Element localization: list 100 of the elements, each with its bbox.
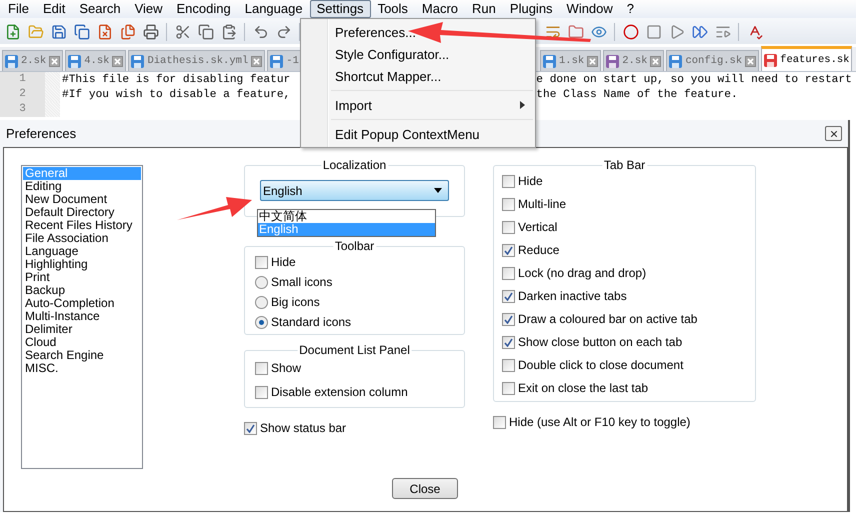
menu-item[interactable]: File <box>1 0 36 18</box>
submenu-arrow-icon <box>520 101 525 109</box>
group-title: Localization <box>320 158 388 172</box>
category-item[interactable]: Editing <box>23 180 141 193</box>
category-item[interactable]: Print <box>23 271 141 284</box>
checkbox-label: Multi-line <box>518 197 566 211</box>
file-tab[interactable]: Diathesis.sk.yml <box>128 50 266 71</box>
group-title: Document List Panel <box>297 343 412 357</box>
printer-icon[interactable] <box>141 23 160 41</box>
checkbox-label: Lock (no drag and drop) <box>518 266 646 280</box>
category-item[interactable]: Language <box>23 245 141 258</box>
checkbox-label: Show <box>271 361 302 375</box>
category-item[interactable]: Default Directory <box>23 206 141 219</box>
dropdown-arrow-icon <box>434 188 442 193</box>
category-item[interactable]: Recent Files History <box>23 219 141 232</box>
save-all-icon[interactable] <box>72 23 91 41</box>
close-button[interactable] <box>825 126 842 141</box>
menu-entry[interactable]: Style Configurator... <box>301 43 535 65</box>
radio-button[interactable] <box>255 296 268 308</box>
close-icon[interactable] <box>650 56 662 66</box>
checkbox[interactable] <box>502 290 515 302</box>
checkbox[interactable] <box>502 312 515 326</box>
checkbox-label: Draw a coloured bar on active tab <box>518 312 698 326</box>
category-item[interactable]: File Association <box>23 232 141 245</box>
file-tab[interactable]: features.sk <box>761 46 852 71</box>
checkbox-label: Exit on close the last tab <box>518 381 648 395</box>
checkbox[interactable] <box>502 244 515 256</box>
line-number: 2 <box>0 87 45 102</box>
code-text: #This file is for disabling featur <box>62 74 290 86</box>
copy-icon[interactable] <box>196 23 215 41</box>
folder-icon[interactable] <box>566 23 585 41</box>
menu-entry[interactable]: Edit Popup ContextMenu <box>301 123 535 145</box>
category-item[interactable]: Multi-Instance <box>23 310 141 323</box>
file-tab[interactable]: 4.sk <box>65 50 126 71</box>
menu-item[interactable]: Macro <box>414 0 466 18</box>
category-item[interactable]: Delimiter <box>23 323 141 336</box>
file-tab[interactable]: config.sk <box>666 50 760 71</box>
fold-margin <box>45 102 60 117</box>
menu-item[interactable]: Search <box>72 0 128 18</box>
group-title: Toolbar <box>332 239 376 253</box>
category-item[interactable]: Backup <box>23 284 141 297</box>
radio-label: Small icons <box>271 275 332 289</box>
menu-item[interactable]: View <box>128 0 170 18</box>
record-icon[interactable] <box>621 23 640 41</box>
checkbox[interactable] <box>255 256 268 268</box>
checkbox[interactable] <box>502 198 515 210</box>
category-item[interactable]: Highlighting <box>23 258 141 271</box>
close-button[interactable]: Close <box>392 478 458 499</box>
menu-item[interactable]: Run <box>465 0 503 18</box>
checkbox[interactable] <box>255 362 268 374</box>
checkbox[interactable] <box>255 386 268 398</box>
code-text: the Class Name of the feature. <box>536 88 738 100</box>
category-item[interactable]: Auto-Completion <box>23 297 141 310</box>
menu-item[interactable]: Edit <box>36 0 72 18</box>
close-icon[interactable] <box>49 56 60 66</box>
line-number: 3 <box>0 102 45 117</box>
checkbox[interactable] <box>502 266 515 280</box>
file-tab[interactable]: 2.sk <box>2 50 64 71</box>
category-item[interactable]: Cloud <box>23 336 141 349</box>
menu-item[interactable]: Plugins <box>502 0 560 18</box>
radio-button[interactable] <box>255 276 268 288</box>
close-icon[interactable] <box>745 56 756 66</box>
checkbox[interactable] <box>502 220 515 234</box>
close-icon[interactable] <box>112 56 124 66</box>
checkbox[interactable] <box>502 336 515 348</box>
menu-item[interactable]: Language <box>238 0 310 18</box>
menu-item[interactable]: Encoding <box>170 0 238 18</box>
menu-item[interactable]: Window <box>560 0 620 18</box>
line-number: 1 <box>0 72 45 87</box>
checkbox-label: Show status bar <box>260 421 346 435</box>
category-item[interactable]: New Document <box>23 193 141 206</box>
menu-entry[interactable]: Shortcut Mapper... <box>301 65 535 87</box>
checkbox[interactable] <box>502 174 515 188</box>
menu-item[interactable]: Tools <box>370 0 415 18</box>
checkbox-label: Hide <box>271 255 296 269</box>
menu-item[interactable]: Settings <box>310 0 371 18</box>
checkbox[interactable] <box>493 416 506 428</box>
checkbox-label: Vertical <box>518 220 558 234</box>
checkbox[interactable] <box>502 358 515 372</box>
fast-forward-icon[interactable] <box>690 23 709 41</box>
code-text: e done on start up, so you will need to restart <box>536 74 852 86</box>
checkbox-label: Hide <box>518 174 543 188</box>
close-icon[interactable] <box>251 56 262 66</box>
checkbox[interactable] <box>502 382 515 394</box>
dialog-title: Preferences <box>6 126 76 141</box>
close-icon[interactable] <box>587 56 598 66</box>
checkbox[interactable] <box>244 422 257 434</box>
checkbox-label: Disable extension column <box>271 385 408 399</box>
checkbox-label: Double click to close document <box>518 358 684 372</box>
language-dropdown[interactable]: English <box>260 180 449 201</box>
radio-label: Standard icons <box>271 315 352 329</box>
checkbox-label: Hide (use Alt or F10 key to toggle) <box>509 415 690 429</box>
menu-entry[interactable]: Import <box>301 94 535 116</box>
file-tab[interactable]: 1.sk <box>540 50 602 71</box>
category-item[interactable]: Search Engine <box>23 349 141 362</box>
file-tab[interactable]: -1 <box>267 50 302 71</box>
file-tab[interactable]: 2.sk <box>603 50 664 71</box>
category-item[interactable]: MISC. <box>23 362 141 375</box>
menu-item[interactable]: ? <box>620 0 642 18</box>
radio-button[interactable] <box>255 316 268 328</box>
